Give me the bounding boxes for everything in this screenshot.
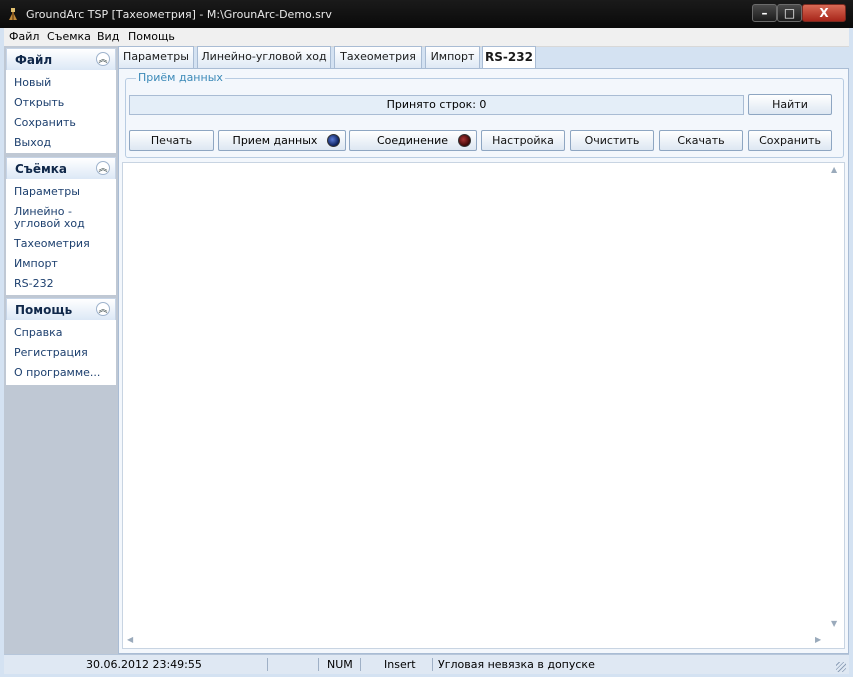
collapse-icon[interactable]: ︽ [96, 52, 110, 66]
status-num: NUM [327, 658, 353, 671]
tab-strip: Параметры Линейно-угловой ход Тахеометри… [118, 46, 849, 69]
collapse-icon[interactable]: ︽ [96, 302, 110, 316]
sidebar-item-rs232[interactable]: RS-232 [14, 278, 114, 290]
tab-traverse[interactable]: Линейно-угловой ход [197, 46, 331, 68]
sidebar-group-title: Помощь [15, 303, 73, 317]
connection-indicator-label: Соединение [376, 134, 448, 147]
connection-indicator: Соединение [349, 130, 477, 151]
menu-view[interactable]: Вид [97, 30, 119, 43]
tab-parameters[interactable]: Параметры [118, 46, 194, 68]
minimize-button[interactable]: – [752, 4, 777, 22]
menu-help[interactable]: Помощь [128, 30, 175, 43]
sidebar-item-import[interactable]: Импорт [14, 258, 114, 270]
status-bar: 30.06.2012 23:49:55 NUM Insert Угловая н… [4, 654, 849, 674]
vertical-scrollbar[interactable]: ▲ ▼ [826, 163, 843, 633]
receive-groupbox: Приём данных Принято строк: 0 Найти Печа… [125, 71, 844, 158]
sidebar-item-new[interactable]: Новый [14, 77, 114, 89]
sidebar-item-about[interactable]: О программе... [14, 367, 114, 379]
sidebar-item-save[interactable]: Сохранить [14, 117, 114, 129]
tab-import[interactable]: Импорт [425, 46, 480, 68]
print-button[interactable]: Печать [129, 130, 214, 151]
find-button[interactable]: Найти [748, 94, 832, 115]
save-button[interactable]: Сохранить [748, 130, 832, 151]
sidebar-item-open[interactable]: Открыть [14, 97, 114, 109]
resize-grip-icon[interactable] [836, 662, 846, 672]
download-button[interactable]: Скачать [659, 130, 743, 151]
close-icon: X [819, 6, 829, 20]
horizontal-scrollbar[interactable]: ◀ ▶ [123, 632, 829, 648]
settings-button[interactable]: Настройка [481, 130, 565, 151]
status-message: Угловая невязка в допуске [438, 658, 595, 671]
title-bar[interactable]: GroundArc TSP [Тахеометрия] - M:\GrounAr… [0, 0, 853, 28]
receive-led-icon [327, 134, 340, 147]
sidebar-group-body: Справка Регистрация О программе... [6, 320, 116, 385]
sidebar-item-tacheometry[interactable]: Тахеометрия [14, 238, 114, 250]
status-divider [318, 658, 319, 671]
menu-bar: Файл Съемка Вид Помощь [4, 28, 849, 47]
sidebar-item-traverse[interactable]: Линейно - угловой ход [14, 206, 112, 230]
sidebar-group-title: Файл [15, 53, 53, 67]
maximize-button[interactable]: □ [777, 4, 802, 22]
received-lines-field: Принято строк: 0 [129, 95, 744, 115]
receive-indicator: Прием данных [218, 130, 346, 151]
sidebar-group-help[interactable]: Помощь ︽ [6, 298, 116, 320]
sidebar-group-file[interactable]: Файл ︽ [6, 48, 116, 70]
close-button[interactable]: X [802, 4, 846, 22]
sidebar-item-help[interactable]: Справка [14, 327, 114, 339]
scroll-left-icon[interactable]: ◀ [127, 635, 133, 644]
status-datetime: 30.06.2012 23:49:55 [86, 658, 202, 671]
scroll-up-icon[interactable]: ▲ [831, 165, 837, 174]
sidebar: Файл ︽ Новый Открыть Сохранить Выход Съё… [4, 46, 118, 654]
rs232-panel: Приём данных Принято строк: 0 Найти Печа… [118, 68, 849, 654]
output-textarea[interactable] [122, 162, 845, 649]
sidebar-group-title: Съёмка [15, 162, 68, 176]
minimize-icon: – [761, 6, 768, 20]
scroll-down-icon[interactable]: ▼ [831, 619, 837, 628]
status-divider [360, 658, 361, 671]
receive-indicator-label: Прием данных [232, 134, 318, 147]
menu-file[interactable]: Файл [9, 30, 39, 43]
sidebar-group-survey[interactable]: Съёмка ︽ [6, 157, 116, 179]
scroll-right-icon[interactable]: ▶ [815, 635, 821, 644]
sidebar-item-register[interactable]: Регистрация [14, 347, 114, 359]
tab-tacheometry[interactable]: Тахеометрия [334, 46, 422, 68]
sidebar-group-body: Параметры Линейно - угловой ход Тахеомет… [6, 179, 116, 295]
clear-button[interactable]: Очистить [570, 130, 654, 151]
status-divider [267, 658, 268, 671]
connection-led-icon [458, 134, 471, 147]
groupbox-title: Приём данных [136, 71, 225, 84]
status-divider [432, 658, 433, 671]
app-logo-icon [9, 8, 17, 20]
collapse-icon[interactable]: ︽ [96, 161, 110, 175]
sidebar-item-exit[interactable]: Выход [14, 137, 114, 149]
sidebar-group-body: Новый Открыть Сохранить Выход [6, 70, 116, 153]
menu-survey[interactable]: Съемка [47, 30, 91, 43]
tab-rs232[interactable]: RS-232 [482, 46, 536, 69]
app-window: GroundArc TSP [Тахеометрия] - M:\GrounAr… [0, 0, 853, 677]
sidebar-item-parameters[interactable]: Параметры [14, 186, 114, 198]
status-insert: Insert [384, 658, 416, 671]
maximize-icon: □ [783, 6, 796, 20]
window-title: GroundArc TSP [Тахеометрия] - M:\GrounAr… [26, 8, 332, 21]
